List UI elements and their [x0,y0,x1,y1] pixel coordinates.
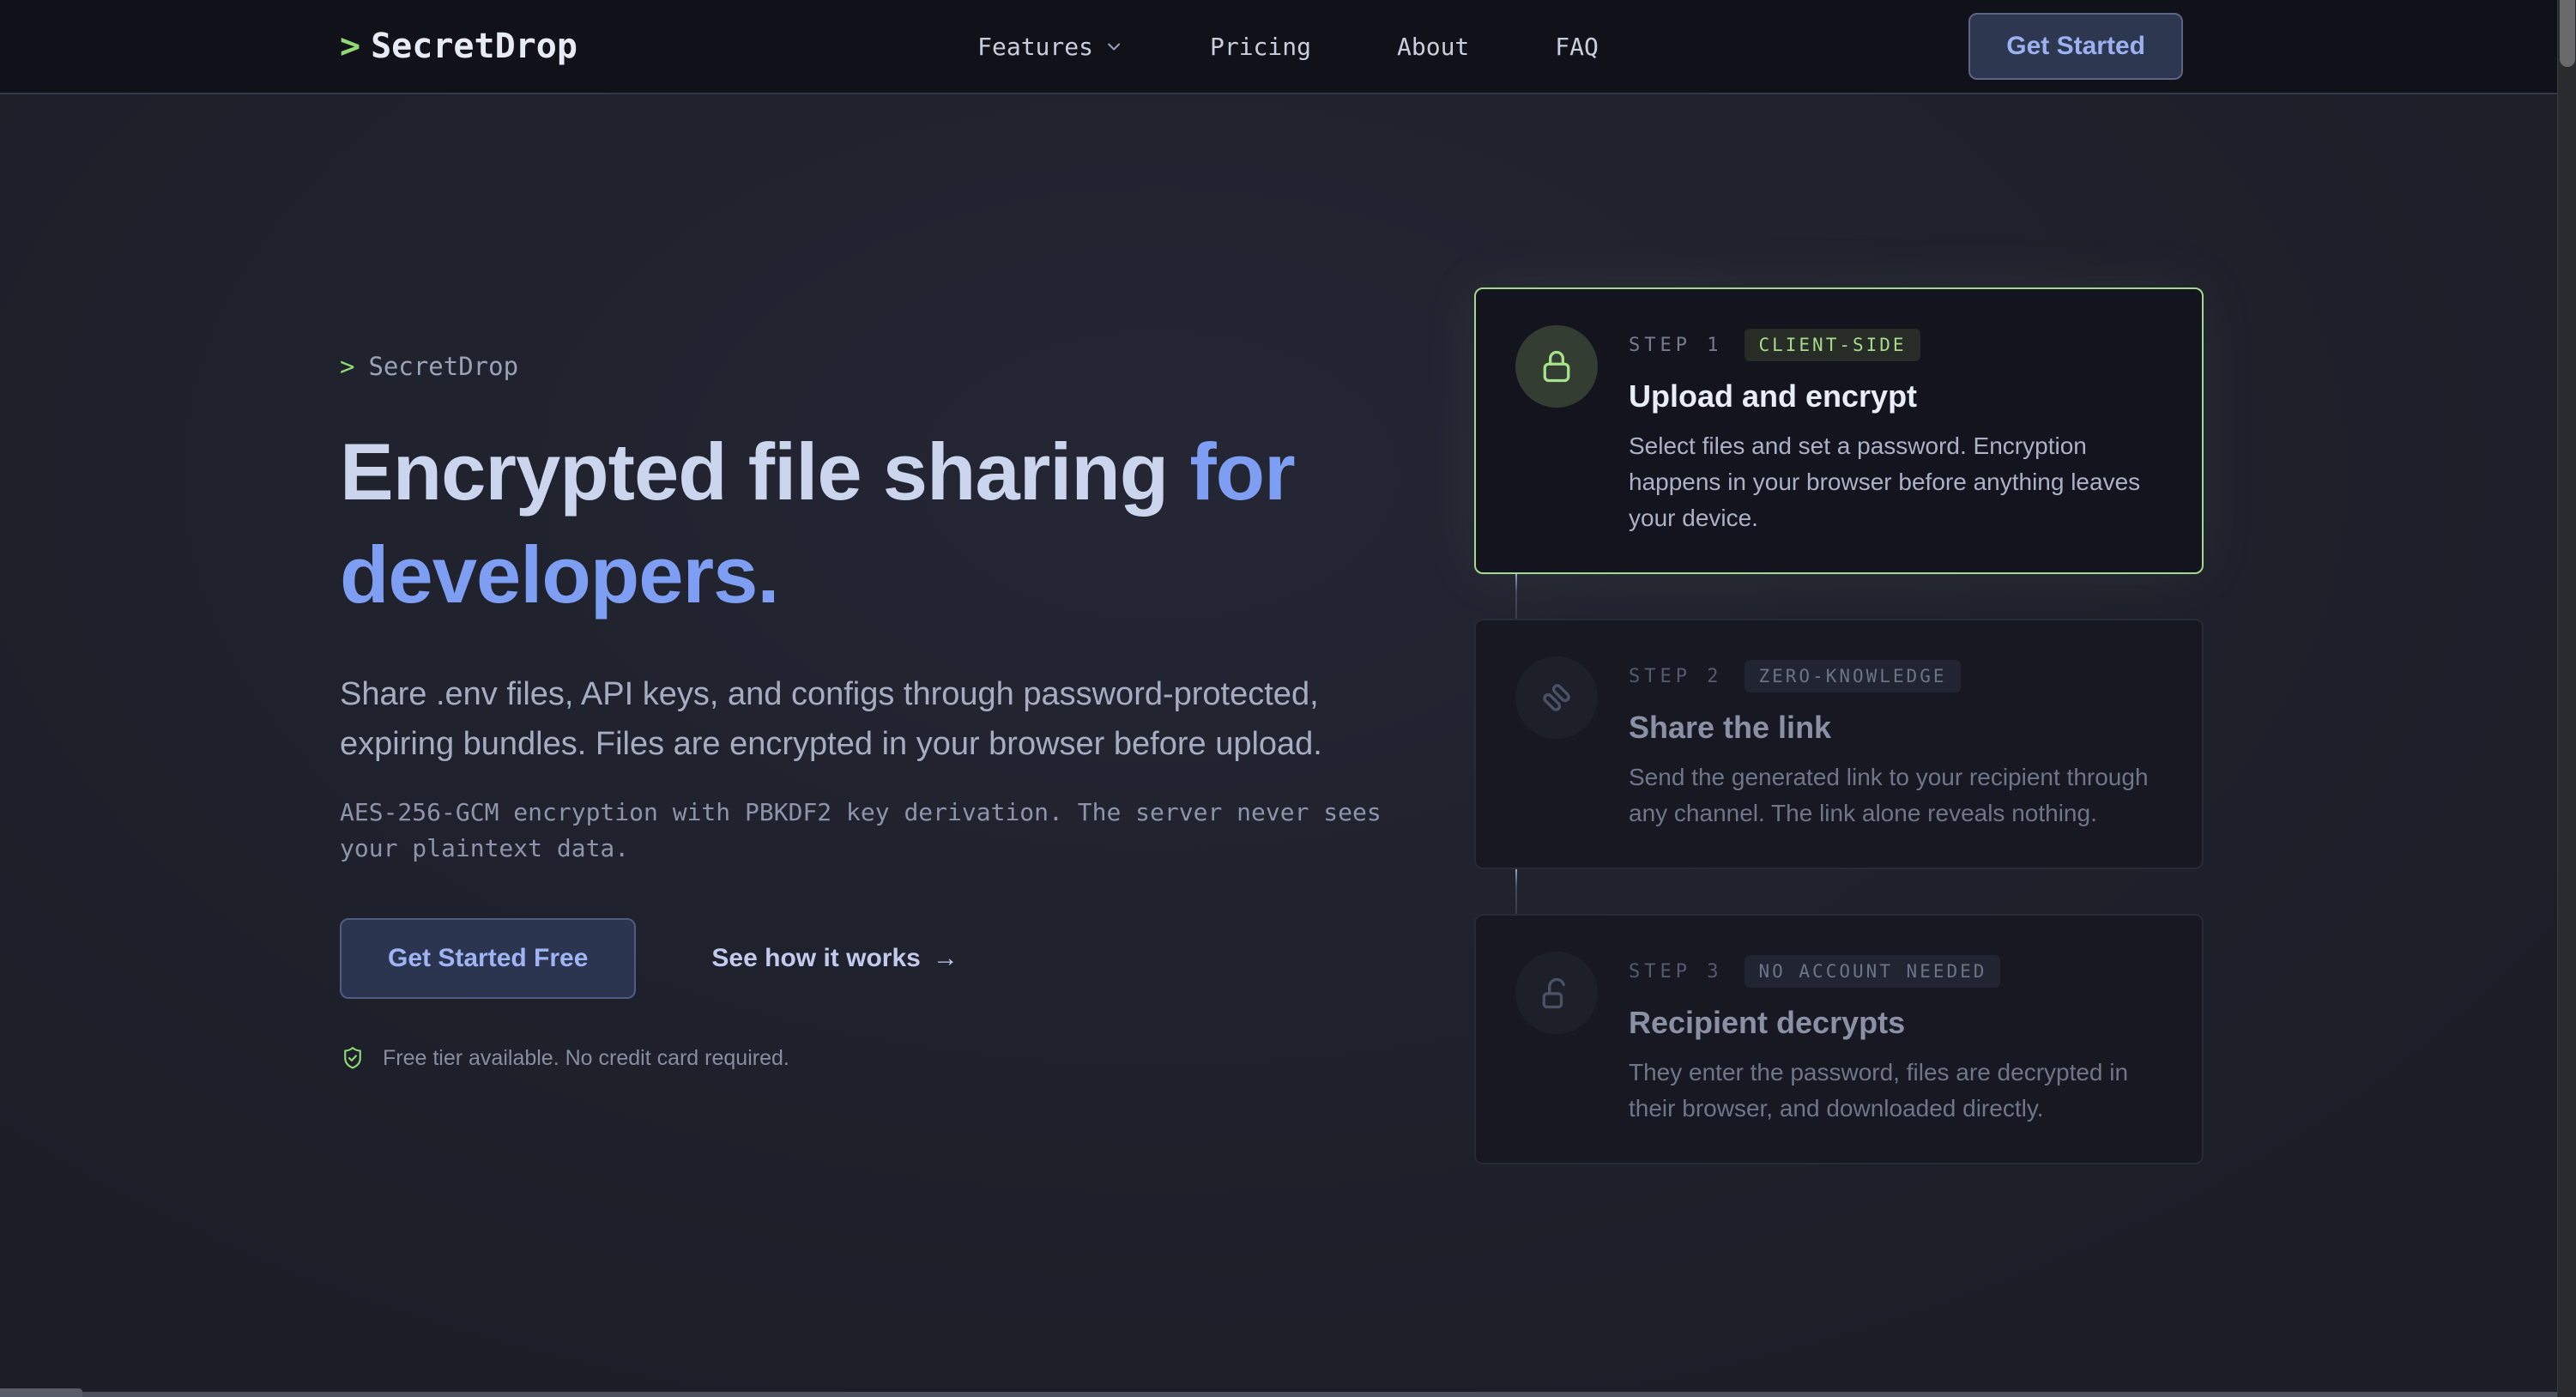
arrow-right-icon: → [933,944,958,973]
step-card-recipient-decrypts[interactable]: STEP 3 NO ACCOUNT NEEDED Recipient decry… [1474,914,2204,1164]
step-3-description: They enter the password, files are decry… [1629,1055,2162,1127]
next-section-edge [0,1392,2557,1397]
step-1-label: STEP 1 [1629,335,1722,356]
lock-icon [1538,348,1575,385]
scrollbar-thumb[interactable] [2560,0,2575,67]
unlock-icon [1538,974,1575,1012]
step-2-label: STEP 2 [1629,666,1722,687]
status-bar-stub [0,1388,82,1397]
see-how-it-works-label: See how it works [711,944,920,973]
step-card-share-link[interactable]: STEP 2 ZERO-KNOWLEDGE Share the link Sen… [1474,619,2204,869]
step-3-label: STEP 3 [1629,961,1722,983]
nav-links: Features Pricing About FAQ [977,0,1599,93]
chevron-down-icon [1104,36,1124,57]
navbar: > SecretDrop Features Pricing About FAQ … [0,0,2576,94]
step-1-title: Upload and encrypt [1629,378,2162,414]
nav-item-features[interactable]: Features [977,33,1124,61]
step-2-body: STEP 2 ZERO-KNOWLEDGE Share the link Sen… [1629,656,2162,832]
brand-prompt-glyph: > [340,27,360,66]
step-1-body: STEP 1 CLIENT-SIDE Upload and encrypt Se… [1629,325,2162,536]
get-started-free-button[interactable]: Get Started Free [340,918,636,999]
page-title: Encrypted file sharing for developers. [340,420,1412,626]
nav-item-about[interactable]: About [1397,33,1469,61]
step-connector-2 [1515,869,1517,914]
assurance-text: Free tier available. No credit card requ… [383,1046,789,1071]
brand-logo[interactable]: > SecretDrop [340,27,577,66]
step-2-title: Share the link [1629,710,2162,746]
hero-copy: > SecretDrop Encrypted file sharing for … [340,94,1447,1395]
step-3-body: STEP 3 NO ACCOUNT NEEDED Recipient decry… [1629,952,2162,1127]
nav-item-features-label: Features [977,33,1093,61]
step-3-meta: STEP 3 NO ACCOUNT NEEDED [1629,955,2162,988]
link-icon [1538,679,1575,717]
shield-check-icon [340,1045,366,1071]
nav-item-pricing-label: Pricing [1210,33,1311,61]
hero-tech-note: AES-256-GCM encryption with PBKDF2 key d… [340,795,1447,867]
hero-eyebrow: > SecretDrop [340,352,1447,381]
brand-name: SecretDrop [371,27,577,66]
see-how-it-works-link[interactable]: See how it works → [711,944,958,973]
nav-item-faq-label: FAQ [1555,33,1599,61]
step-3-title: Recipient decrypts [1629,1005,2162,1041]
eyebrow-prompt-glyph: > [340,352,354,381]
step-1-icon-circle [1515,325,1598,408]
page: > SecretDrop Features Pricing About FAQ … [0,0,2576,1397]
step-2-description: Send the generated link to your recipien… [1629,759,2162,832]
step-3-badge: NO ACCOUNT NEEDED [1745,955,2000,988]
steps-panel: STEP 1 CLIENT-SIDE Upload and encrypt Se… [1474,94,2204,1395]
eyebrow-text: SecretDrop [368,352,518,381]
step-connector-1 [1515,574,1517,619]
hero-subheading: Share .env files, API keys, and configs … [340,669,1430,769]
hero-cta-row: Get Started Free See how it works → [340,918,1447,999]
step-card-upload-encrypt[interactable]: STEP 1 CLIENT-SIDE Upload and encrypt Se… [1474,287,2204,574]
step-1-description: Select files and set a password. Encrypt… [1629,428,2162,536]
step-1-badge: CLIENT-SIDE [1745,329,1920,361]
nav-item-faq[interactable]: FAQ [1555,33,1599,61]
step-2-badge: ZERO-KNOWLEDGE [1745,660,1960,692]
get-started-button[interactable]: Get Started [1968,13,2183,80]
step-2-meta: STEP 2 ZERO-KNOWLEDGE [1629,660,2162,692]
step-3-icon-circle [1515,952,1598,1034]
nav-item-pricing[interactable]: Pricing [1210,33,1311,61]
step-2-icon-circle [1515,656,1598,739]
page-title-plain: Encrypted file sharing [340,426,1189,517]
assurance-note: Free tier available. No credit card requ… [340,1045,1447,1071]
scrollbar-track[interactable] [2557,0,2576,1397]
nav-item-about-label: About [1397,33,1469,61]
step-1-meta: STEP 1 CLIENT-SIDE [1629,329,2162,361]
hero-section: > SecretDrop Encrypted file sharing for … [0,94,2576,1395]
